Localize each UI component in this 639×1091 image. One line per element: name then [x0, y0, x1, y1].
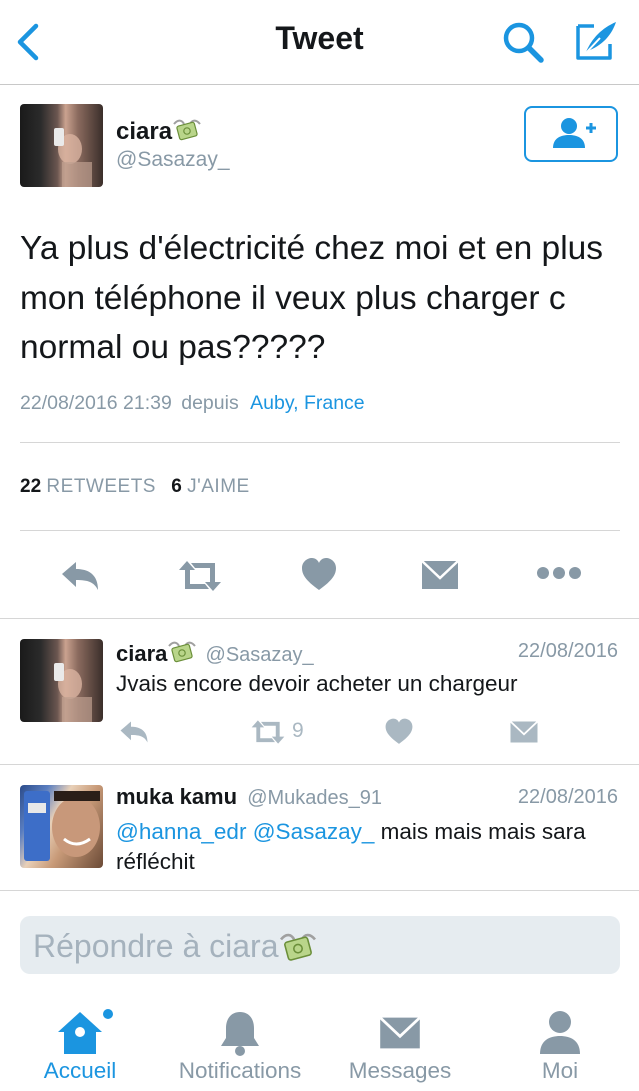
reply-placeholder: Répondre à ciara	[33, 928, 318, 965]
author-name-text: ciara	[116, 118, 173, 145]
avatar-photo	[54, 128, 92, 187]
tab-label: Messages	[348, 1058, 452, 1083]
tab-moi[interactable]: Moi	[480, 1000, 639, 1091]
tab-notifications[interactable]: Notifications	[160, 1000, 320, 1091]
home-icon	[58, 1009, 113, 1054]
like-button[interactable]	[300, 556, 338, 594]
reply-icon	[62, 562, 98, 590]
divider	[0, 890, 639, 891]
envelope-icon	[421, 560, 459, 589]
direct-message-button[interactable]	[420, 558, 460, 592]
top-navigation-bar: Tweet	[0, 0, 639, 85]
divider	[0, 618, 639, 619]
reply-text: Jvais encore devoir acheter un chargeur	[116, 671, 518, 696]
tab-label: Accueil	[43, 1058, 117, 1083]
envelope-icon	[509, 720, 539, 743]
reply-author-name[interactable]: muka kamu	[116, 784, 237, 809]
reply-author-handle[interactable]: @Mukades_91	[247, 787, 382, 809]
reply-button[interactable]	[58, 556, 102, 596]
retweet-icon	[251, 720, 285, 744]
money-with-wings-icon	[168, 641, 197, 663]
divider	[0, 764, 639, 765]
envelope-icon	[379, 1016, 421, 1049]
author-name[interactable]: ciara	[116, 116, 202, 146]
reply-text-body: mais mais mais sara	[380, 819, 586, 844]
reply-text-body: réfléchit	[116, 849, 195, 874]
likes-stat[interactable]: 6 J'AIME	[171, 476, 249, 497]
avatar-photo	[24, 791, 100, 861]
likes-label: J'AIME	[187, 476, 250, 497]
reply-date: 22/08/2016	[517, 640, 618, 662]
tab-label: Notifications	[178, 1058, 302, 1083]
money-with-wings-icon	[280, 933, 317, 961]
tab-label: Moi	[541, 1058, 579, 1083]
tweet-timestamp: 22/08/2016 21:39	[20, 392, 172, 414]
heart-icon	[302, 558, 336, 590]
reply-author-name[interactable]: ciara	[116, 641, 167, 666]
mention-link[interactable]: @Sasazay_	[253, 819, 375, 844]
divider	[20, 530, 620, 531]
tweet-meta: 22/08/2016 21:39 depuis Auby, France	[20, 392, 365, 415]
reply-header: muka kamu @Mukades_91	[116, 784, 382, 810]
tab-messages[interactable]: Messages	[320, 1000, 480, 1091]
heart-icon	[385, 718, 413, 744]
retweets-count: 22	[20, 476, 42, 497]
search-button[interactable]	[499, 18, 547, 66]
retweets-stat[interactable]: 22 RETWEETS	[20, 476, 161, 497]
reply-header: ciara @Sasazay_	[116, 638, 314, 667]
search-icon	[503, 22, 544, 63]
reply-like-button[interactable]	[384, 717, 414, 747]
reply-placeholder-text: Répondre à ciara	[33, 928, 279, 964]
reply-dm-button[interactable]	[509, 719, 539, 745]
reply-retweet-count: 9	[292, 719, 304, 742]
money-with-wings-icon	[173, 119, 201, 141]
bottom-tab-bar: Accueil Notifications Messages Moi	[0, 1000, 639, 1091]
reply-author-handle[interactable]: @Sasazay_	[206, 644, 314, 666]
tweet-text: Ya plus d'électricité chez moi et en plu…	[20, 230, 604, 366]
reply-retweet-button[interactable]: 9	[248, 718, 318, 748]
bell-icon	[221, 1012, 259, 1056]
reply-avatar[interactable]	[20, 639, 103, 722]
compose-tweet-button[interactable]	[572, 16, 622, 66]
divider	[20, 442, 620, 443]
reply-input[interactable]: Répondre à ciara	[20, 916, 620, 974]
retweet-button[interactable]	[175, 558, 225, 594]
author-handle[interactable]: @Sasazay_	[116, 148, 230, 172]
tweet-stats: 22 RETWEETS 6 J'AIME	[20, 476, 250, 498]
retweet-icon	[179, 561, 221, 591]
location-link[interactable]: Auby, France	[250, 392, 365, 414]
reply-reply-button[interactable]	[116, 717, 152, 747]
person-icon	[540, 1011, 580, 1054]
mention-link[interactable]: @hanna_edr	[116, 819, 246, 844]
tab-accueil[interactable]: Accueil	[0, 1000, 160, 1091]
reply-actions: 9	[116, 714, 626, 750]
reply-icon	[120, 721, 148, 743]
likes-count: 6	[171, 476, 182, 497]
reply-avatar[interactable]	[20, 785, 103, 868]
tweet-action-bar	[0, 550, 639, 600]
reply-text: @hanna_edr @Sasazay_ mais mais mais sara…	[116, 817, 626, 877]
source-prefix: depuis	[181, 392, 239, 414]
retweets-label: RETWEETS	[46, 476, 156, 497]
follow-button[interactable]	[524, 106, 618, 162]
author-avatar[interactable]	[20, 104, 103, 187]
avatar-photo	[54, 663, 92, 722]
compose-quill-icon	[576, 22, 616, 60]
add-user-icon	[553, 118, 596, 148]
more-button[interactable]	[536, 565, 582, 581]
more-dots-icon	[537, 567, 581, 579]
reply-date: 22/08/2016	[517, 786, 618, 808]
